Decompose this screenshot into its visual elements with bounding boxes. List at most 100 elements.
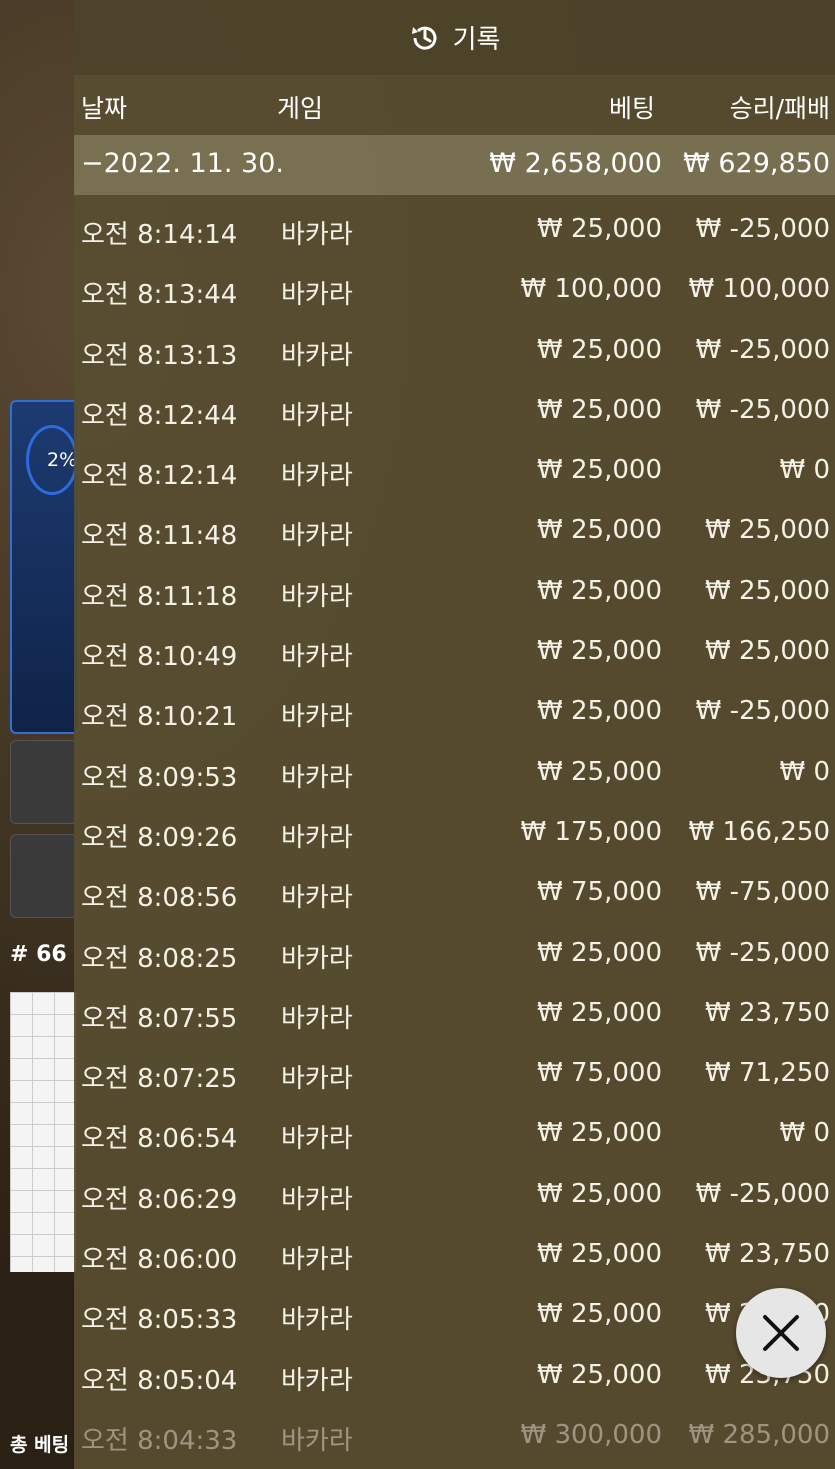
group-date: −2022. 11. 30. bbox=[81, 148, 284, 179]
row-result: ₩ -25,000 bbox=[695, 937, 830, 968]
history-row[interactable]: 오전 8:06:00 바카라 ₩ 25,000 ₩ 23,750 bbox=[74, 1226, 835, 1286]
row-bet: ₩ 175,000 bbox=[520, 816, 663, 847]
history-row[interactable]: 오전 8:08:56 바카라 ₩ 75,000 ₩ -75,000 bbox=[74, 864, 835, 924]
group-total-bet: ₩ 2,658,000 bbox=[489, 148, 662, 179]
row-bet: ₩ 25,000 bbox=[537, 515, 662, 546]
row-time: 오전 8:13:44 bbox=[81, 280, 238, 311]
history-row[interactable]: 오전 8:08:25 바카라 ₩ 25,000 ₩ -25,000 bbox=[74, 925, 835, 985]
row-result: ₩ 23,750 bbox=[705, 997, 830, 1028]
column-bet: 베팅 bbox=[608, 94, 655, 123]
close-button[interactable] bbox=[736, 1288, 826, 1378]
column-date: 날짜 bbox=[81, 94, 128, 123]
row-result: ₩ 100,000 bbox=[688, 274, 831, 305]
history-row[interactable]: 오전 8:12:14 바카라 ₩ 25,000 ₩ 0 bbox=[74, 442, 835, 502]
row-bet: ₩ 100,000 bbox=[520, 274, 663, 305]
history-row[interactable]: 오전 8:05:04바카라₩ 25,000₩ 23,750 bbox=[74, 1347, 835, 1407]
row-game: 바카라 bbox=[281, 461, 353, 492]
row-bet: ₩ 25,000 bbox=[537, 214, 662, 244]
history-row[interactable]: 오전 8:05:33바카라₩ 25,000₩ 23,750 bbox=[74, 1286, 835, 1346]
background-percent: 2% bbox=[26, 425, 78, 495]
row-bet: ₩ 75,000 bbox=[537, 1058, 662, 1089]
row-time: 오전 8:09:26 bbox=[81, 822, 238, 853]
row-time: 오전 8:04:33 bbox=[81, 1425, 238, 1456]
row-result: ₩ 0 bbox=[779, 455, 830, 486]
row-game: 바카라 bbox=[281, 1365, 353, 1396]
column-game: 게임 bbox=[277, 94, 324, 123]
close-icon bbox=[763, 1315, 799, 1351]
history-row[interactable]: 오전 8:07:55 바카라 ₩ 25,000 ₩ 23,750 bbox=[74, 985, 835, 1045]
row-time: 오전 8:14:14 bbox=[81, 220, 238, 250]
row-game: 바카라 bbox=[281, 521, 353, 552]
row-result: ₩ 23,750 bbox=[705, 1239, 830, 1270]
history-row[interactable]: 오전 8:12:44 바카라 ₩ 25,000 ₩ -25,000 bbox=[74, 382, 835, 442]
history-row[interactable]: 오전 8:04:33 바카라 ₩ 300,000 ₩ 285,000 bbox=[74, 1407, 835, 1467]
row-bet: ₩ 25,000 bbox=[537, 1299, 662, 1330]
history-icon bbox=[409, 22, 441, 54]
row-time: 오전 8:13:13 bbox=[81, 340, 238, 371]
history-row[interactable]: 오전 8:13:13 바카라 ₩ 25,000 ₩ -25,000 bbox=[74, 322, 835, 382]
row-game: 바카라 bbox=[281, 400, 353, 431]
row-result: ₩ -25,000 bbox=[695, 394, 830, 425]
row-game: 바카라 bbox=[281, 1064, 353, 1095]
row-bet: ₩ 25,000 bbox=[537, 334, 662, 365]
history-row[interactable]: 오전 8:07:25 바카라 ₩ 75,000 ₩ 71,250 bbox=[74, 1045, 835, 1105]
row-time: 오전 8:05:04 bbox=[81, 1365, 238, 1396]
row-bet: ₩ 25,000 bbox=[537, 696, 662, 727]
row-game: 바카라 bbox=[281, 1124, 353, 1155]
row-bet: ₩ 25,000 bbox=[537, 455, 662, 486]
row-result: ₩ 25,000 bbox=[705, 636, 830, 667]
row-game: 바카라 bbox=[281, 220, 353, 250]
row-bet: ₩ 75,000 bbox=[537, 877, 662, 908]
history-row[interactable]: 오전 8:14:14 바카라 ₩ 25,000 ₩ -25,000 bbox=[74, 201, 835, 261]
row-game: 바카라 bbox=[281, 1425, 353, 1456]
row-time: 오전 8:12:14 bbox=[81, 461, 238, 492]
row-result: ₩ 285,000 bbox=[688, 1419, 831, 1450]
row-bet: ₩ 25,000 bbox=[537, 1178, 662, 1209]
row-bet: ₩ 25,000 bbox=[537, 1359, 662, 1390]
row-game: 바카라 bbox=[281, 1184, 353, 1215]
row-game: 바카라 bbox=[281, 883, 353, 914]
row-result: ₩ 25,000 bbox=[705, 575, 830, 606]
row-time: 오전 8:06:54 bbox=[81, 1124, 238, 1155]
history-row[interactable]: 오전 8:13:44 바카라 ₩ 100,000 ₩ 100,000 bbox=[74, 261, 835, 321]
row-time: 오전 8:12:44 bbox=[81, 400, 238, 431]
history-row[interactable]: 오전 8:11:18 바카라 ₩ 25,000 ₩ 25,000 bbox=[74, 563, 835, 623]
row-time: 오전 8:05:33 bbox=[81, 1305, 238, 1336]
history-row[interactable]: 오전 8:10:49 바카라 ₩ 25,000 ₩ 25,000 bbox=[74, 623, 835, 683]
row-game: 바카라 bbox=[281, 581, 353, 612]
row-bet: ₩ 25,000 bbox=[537, 937, 662, 968]
column-result: 승리/패배 bbox=[729, 94, 830, 123]
total-bet-label: 총 베팅 bbox=[10, 1434, 70, 1456]
row-result: ₩ -25,000 bbox=[695, 1178, 830, 1209]
history-row[interactable]: 오전 8:06:29 바카라 ₩ 25,000 ₩ -25,000 bbox=[74, 1166, 835, 1226]
row-bet: ₩ 25,000 bbox=[537, 1118, 662, 1149]
date-group-row[interactable]: −2022. 11. 30. ₩ 2,658,000 ₩ 629,850 bbox=[74, 135, 835, 195]
row-bet: ₩ 25,000 bbox=[537, 756, 662, 787]
row-result: ₩ 166,250 bbox=[688, 816, 831, 847]
history-list[interactable]: 오전 8:14:14 바카라 ₩ 25,000 ₩ -25,000 오전 8:13:44… bbox=[74, 201, 835, 1467]
row-time: 오전 8:11:18 bbox=[81, 581, 238, 612]
row-bet: ₩ 25,000 bbox=[537, 997, 662, 1028]
history-row[interactable]: 오전 8:10:21 바카라 ₩ 25,000 ₩ -25,000 bbox=[74, 683, 835, 743]
row-game: 바카라 bbox=[281, 1003, 353, 1034]
row-game: 바카라 bbox=[281, 340, 353, 371]
row-time: 오전 8:11:48 bbox=[81, 521, 238, 552]
group-total-result: ₩ 629,850 bbox=[683, 148, 830, 179]
row-result: ₩ 0 bbox=[779, 1118, 830, 1149]
row-time: 오전 8:08:56 bbox=[81, 883, 238, 914]
history-row[interactable]: 오전 8:09:53 바카라 ₩ 25,000 ₩ 0 bbox=[74, 744, 835, 804]
row-game: 바카라 bbox=[281, 943, 353, 974]
row-bet: ₩ 25,000 bbox=[537, 575, 662, 606]
row-game: 바카라 bbox=[281, 280, 353, 311]
background-road-grid bbox=[10, 992, 76, 1272]
history-row[interactable]: 오전 8:06:54 바카라 ₩ 25,000 ₩ 0 bbox=[74, 1105, 835, 1165]
history-panel: 기록 날짜 게임 베팅 승리/패배 −2022. 11. 30. ₩ 2,658… bbox=[74, 0, 835, 1469]
history-row[interactable]: 오전 8:11:48 바카라 ₩ 25,000 ₩ 25,000 bbox=[74, 502, 835, 562]
history-row[interactable]: 오전 8:09:26 바카라 ₩ 175,000 ₩ 166,250 bbox=[74, 804, 835, 864]
row-result: ₩ -75,000 bbox=[695, 877, 830, 908]
row-result: ₩ 25,000 bbox=[705, 515, 830, 546]
row-result: ₩ -25,000 bbox=[695, 696, 830, 727]
row-time: 오전 8:10:21 bbox=[81, 702, 238, 733]
row-time: 오전 8:08:25 bbox=[81, 943, 238, 974]
row-bet: ₩ 25,000 bbox=[537, 394, 662, 425]
